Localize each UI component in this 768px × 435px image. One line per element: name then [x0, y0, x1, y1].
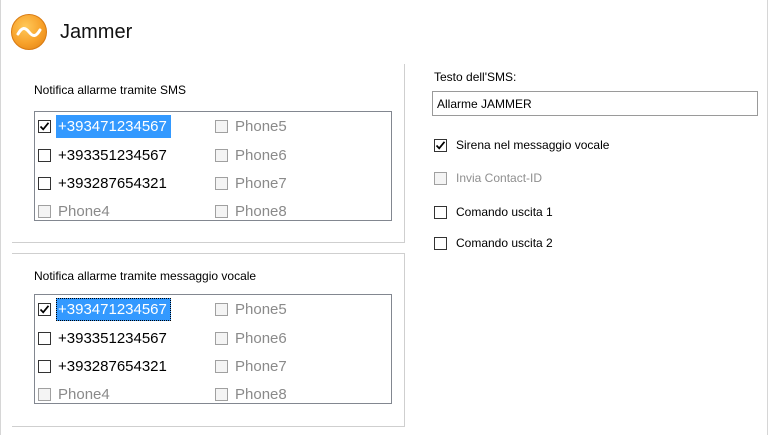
sms-recipient-label: +393351234567 — [58, 147, 167, 164]
voice-recipient-item: Phone4 — [38, 382, 210, 407]
voice-group-label: Notifica allarme tramite messaggio vocal… — [34, 269, 257, 283]
sms-recipient-label: +393287654321 — [58, 175, 167, 192]
option-output-command-2[interactable]: Comando uscita 2 — [434, 236, 553, 250]
sms-text-input[interactable] — [432, 91, 758, 116]
checkbox-disabled — [38, 205, 51, 218]
header: Jammer — [11, 14, 132, 50]
option-output-command-1[interactable]: Comando uscita 1 — [434, 205, 553, 219]
voice-recipient-list[interactable]: +393471234567 +393351234567 +39328765432… — [34, 294, 392, 404]
checkbox-disabled — [434, 171, 447, 185]
option-label: Invia Contact-ID — [456, 171, 543, 185]
voice-recipient-label: Phone4 — [58, 386, 110, 403]
voice-recipient-item: Phone8 — [215, 382, 385, 407]
sms-recipient-label: Phone8 — [235, 203, 287, 220]
checkbox-disabled — [215, 388, 228, 401]
sms-recipient-item: Phone8 — [215, 199, 385, 224]
voice-recipient-label: Phone7 — [235, 358, 287, 375]
sms-recipient-label: Phone4 — [58, 203, 110, 220]
sms-text-label: Testo dell'SMS: — [434, 70, 517, 84]
checkbox-disabled — [38, 388, 51, 401]
checkbox-checked[interactable] — [38, 303, 51, 316]
jammer-logo-icon — [11, 14, 47, 50]
voice-recipient-item[interactable]: +393351234567 — [38, 326, 210, 351]
sms-recipient-item[interactable]: +393471234567 — [38, 114, 210, 139]
voice-recipient-label: Phone8 — [235, 386, 287, 403]
voice-recipient-label: +393351234567 — [58, 330, 167, 347]
sms-recipient-item: Phone6 — [215, 143, 385, 168]
sms-recipient-label: Phone7 — [235, 175, 287, 192]
sms-group-label: Notifica allarme tramite SMS — [34, 83, 187, 97]
checkbox-disabled — [215, 303, 228, 316]
sms-recipient-list[interactable]: +393471234567 +393351234567 +39328765432… — [34, 111, 392, 221]
sms-recipient-item: Phone4 — [38, 199, 210, 224]
voice-recipient-label: +393287654321 — [58, 358, 167, 375]
sms-notification-group: Notifica allarme tramite SMS +3934712345… — [12, 64, 405, 243]
checkbox-checked[interactable] — [38, 120, 51, 133]
option-label: Sirena nel messaggio vocale — [456, 138, 610, 152]
voice-notification-group: Notifica allarme tramite messaggio vocal… — [12, 253, 405, 427]
voice-recipient-item: Phone5 — [215, 297, 385, 322]
voice-recipient-label: Phone5 — [235, 301, 287, 318]
voice-recipient-item: Phone6 — [215, 326, 385, 351]
checkbox-disabled — [215, 205, 228, 218]
sms-recipient-item[interactable]: +393351234567 — [38, 143, 210, 168]
sms-recipient-item[interactable]: +393287654321 — [38, 171, 210, 196]
jammer-panel: Jammer Notifica allarme tramite SMS +393… — [0, 0, 768, 435]
sms-recipient-label: +393471234567 — [56, 115, 171, 138]
checkbox-disabled — [215, 149, 228, 162]
voice-recipient-label: +393471234567 — [56, 298, 171, 321]
checkbox-disabled — [215, 360, 228, 373]
checkbox[interactable] — [434, 236, 447, 250]
checkbox[interactable] — [38, 177, 51, 190]
checkbox-disabled — [215, 332, 228, 345]
page-title: Jammer — [60, 20, 133, 43]
sms-recipient-label: Phone5 — [235, 118, 287, 135]
sms-recipient-item: Phone7 — [215, 171, 385, 196]
option-siren-voice[interactable]: Sirena nel messaggio vocale — [434, 138, 609, 152]
voice-recipient-item[interactable]: +393287654321 — [38, 354, 210, 379]
option-send-contact-id: Invia Contact-ID — [434, 171, 542, 185]
checkbox[interactable] — [38, 360, 51, 373]
checkbox-disabled — [215, 120, 228, 133]
option-label: Comando uscita 1 — [456, 205, 553, 219]
voice-recipient-item[interactable]: +393471234567 — [38, 297, 210, 322]
checkbox-disabled — [215, 177, 228, 190]
checkbox[interactable] — [38, 332, 51, 345]
checkbox[interactable] — [38, 149, 51, 162]
sms-recipient-label: Phone6 — [235, 147, 287, 164]
checkbox-checked[interactable] — [434, 138, 447, 152]
sms-recipient-item: Phone5 — [215, 114, 385, 139]
voice-recipient-item: Phone7 — [215, 354, 385, 379]
checkbox[interactable] — [434, 205, 447, 219]
voice-recipient-label: Phone6 — [235, 330, 287, 347]
option-label: Comando uscita 2 — [456, 236, 553, 250]
